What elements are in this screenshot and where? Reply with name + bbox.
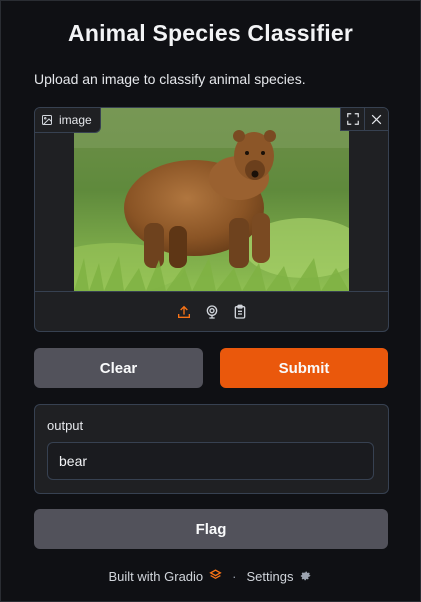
fullscreen-icon[interactable]: [340, 108, 364, 131]
gradio-logo-icon: [209, 568, 222, 584]
webcam-icon[interactable]: [203, 303, 221, 321]
footer-separator: ·: [232, 568, 237, 584]
output-label: output: [47, 418, 84, 433]
image-label-text: image: [59, 113, 92, 127]
image-top-actions: [340, 108, 388, 131]
uploaded-image: [74, 108, 349, 291]
gear-icon[interactable]: [299, 568, 312, 584]
page-title: Animal Species Classifier: [68, 20, 353, 46]
image-icon: [41, 114, 53, 126]
settings-link[interactable]: Settings: [247, 569, 294, 584]
clipboard-icon[interactable]: [231, 303, 249, 321]
submit-button[interactable]: Submit: [220, 348, 388, 388]
image-input-label: image: [35, 108, 101, 133]
footer: Built with Gradio · Settings: [0, 568, 421, 584]
upload-icon[interactable]: [175, 303, 193, 321]
output-field[interactable]: bear: [47, 442, 374, 480]
output-panel: output bear: [34, 404, 389, 494]
clear-button[interactable]: Clear: [34, 348, 203, 388]
output-value: bear: [59, 453, 88, 469]
close-icon[interactable]: [364, 108, 388, 131]
built-with-gradio-link[interactable]: Built with Gradio: [109, 569, 204, 584]
page-description: Upload an image to classify animal speci…: [34, 71, 306, 87]
image-input[interactable]: image: [34, 107, 389, 332]
flag-button[interactable]: Flag: [34, 509, 388, 549]
image-source-toolbar: [35, 291, 388, 331]
